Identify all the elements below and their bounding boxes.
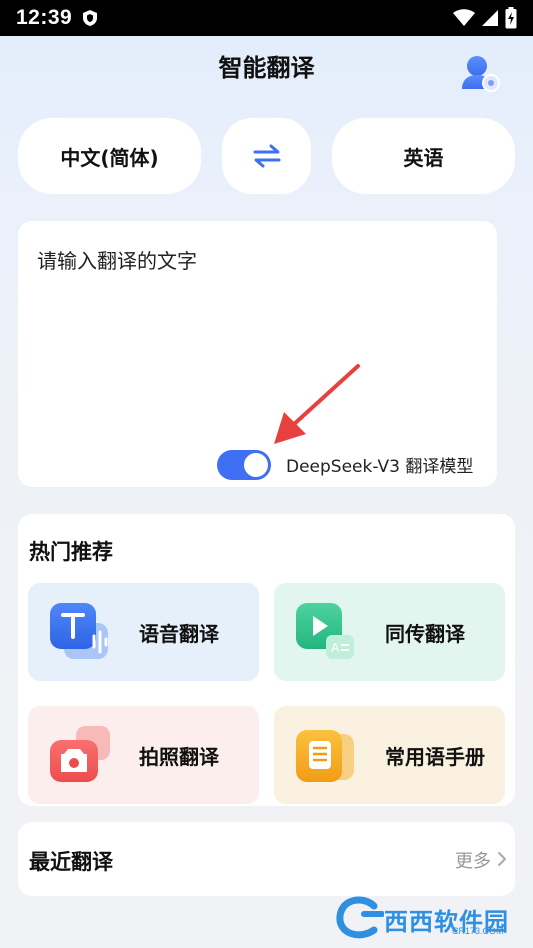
- battery-charging-icon: [505, 7, 517, 29]
- voice-translate-button[interactable]: 语音翻译: [28, 583, 259, 681]
- recent-title: 最近翻译: [29, 850, 113, 874]
- watermark: 西西软件园 CR173.COM: [334, 896, 514, 942]
- watermark-logo-icon: [336, 896, 384, 939]
- source-language-label: 中文(简体): [60, 145, 159, 170]
- camera-icon: [50, 726, 110, 782]
- simultaneous-translate-button[interactable]: A 同传翻译: [274, 583, 505, 681]
- translation-input-placeholder[interactable]: 请输入翻译的文字: [37, 245, 197, 274]
- svg-text:A: A: [331, 641, 340, 655]
- status-time: 12:39: [16, 6, 73, 29]
- wifi-icon: [453, 9, 475, 26]
- translation-input-card[interactable]: 请输入翻译的文字 DeepSeek-V3 翻译模型: [18, 221, 497, 487]
- phrasebook-label: 常用语手册: [385, 745, 485, 769]
- hot-title: 热门推荐: [29, 540, 113, 564]
- model-toggle[interactable]: [217, 450, 271, 480]
- simultaneous-translate-label: 同传翻译: [385, 622, 465, 646]
- chevron-right-icon[interactable]: [497, 851, 507, 867]
- photo-translate-button[interactable]: 拍照翻译: [28, 706, 259, 804]
- target-language-button[interactable]: 英语: [332, 118, 515, 194]
- photo-translate-label: 拍照翻译: [139, 745, 219, 769]
- source-language-button[interactable]: 中文(简体): [18, 118, 201, 194]
- watermark-sub: CR173.COM: [452, 926, 504, 936]
- swap-languages-button[interactable]: [222, 118, 311, 194]
- voice-translate-label: 语音翻译: [139, 622, 219, 646]
- phrasebook-icon: [296, 730, 354, 782]
- shield-icon: [83, 10, 98, 26]
- user-settings-icon[interactable]: [460, 53, 502, 93]
- recent-translations-card[interactable]: 最近翻译 更多: [18, 822, 515, 896]
- more-link[interactable]: 更多: [455, 847, 491, 873]
- target-language-label: 英语: [403, 145, 444, 170]
- model-label: DeepSeek-V3 翻译模型: [286, 457, 474, 477]
- play-translate-icon: A: [296, 603, 354, 659]
- swap-arrows-icon: [253, 144, 280, 168]
- toggle-knob: [244, 453, 268, 477]
- signal-icon: [482, 10, 498, 26]
- status-bar: 12:39: [0, 0, 533, 36]
- hot-recommendations-card: 热门推荐 语音翻译 A 同传翻译 拍照翻译 常用语手册: [18, 514, 515, 806]
- text-voice-icon: [50, 603, 108, 659]
- page-title: 智能翻译: [218, 54, 315, 82]
- annotation-arrow-icon: [274, 364, 360, 444]
- phrasebook-button[interactable]: 常用语手册: [274, 706, 505, 804]
